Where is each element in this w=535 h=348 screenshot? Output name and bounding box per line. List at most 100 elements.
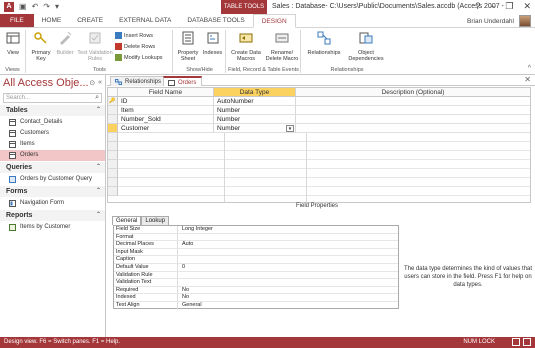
nav-item-orders[interactable]: Orders (0, 150, 105, 161)
row-selector[interactable] (108, 169, 118, 178)
description-cell[interactable] (296, 97, 530, 106)
tab-lookup[interactable]: Lookup (141, 216, 170, 225)
close-icon[interactable]: ✕ (523, 1, 531, 12)
relationships-icon (115, 79, 122, 85)
tab-file[interactable]: FILE (0, 14, 34, 27)
row-selector[interactable] (108, 178, 118, 187)
data-type-cell[interactable]: AutoNumber (214, 97, 296, 106)
doc-tab-relationships[interactable]: Relationships (110, 76, 168, 86)
property-row-input-mask[interactable]: Input Mask (114, 248, 398, 257)
modify-lookups-button[interactable]: Modify Lookups (115, 54, 163, 61)
datasheet-view-icon[interactable] (512, 338, 520, 346)
field-name-cell[interactable]: Number_Sold (118, 115, 214, 124)
description-cell[interactable] (296, 115, 530, 124)
minimize-icon[interactable]: – (490, 1, 495, 12)
search-icon[interactable]: ⌕ (95, 94, 99, 102)
view-button[interactable]: View (3, 31, 23, 56)
nav-section-forms[interactable]: Forms ⌃ (0, 186, 105, 197)
create-data-macros-button[interactable]: Create Data Macros (229, 31, 263, 63)
relationships-button[interactable]: Relationships (304, 31, 344, 56)
row-selector[interactable] (108, 187, 118, 196)
nav-section-tables[interactable]: Tables ⌃ (0, 105, 105, 116)
delete-rows-button[interactable]: Delete Rows (115, 43, 155, 50)
property-value[interactable]: Auto (182, 241, 193, 249)
row-selector[interactable] (108, 142, 118, 151)
redo-icon[interactable]: ↷ (43, 2, 50, 12)
insert-rows-button[interactable]: Insert Rows (115, 32, 153, 39)
save-icon[interactable]: ▣ (19, 2, 27, 12)
property-value[interactable]: No (182, 294, 189, 302)
row-selector[interactable] (108, 151, 118, 160)
property-value[interactable]: Long Integer (182, 226, 213, 234)
nav-pane-title[interactable]: All Access Obje... (3, 77, 89, 89)
shutter-bar-icon[interactable]: « (98, 79, 102, 87)
property-row-validation-text[interactable]: Validation Text (114, 279, 398, 287)
property-row-decimal-places[interactable]: Decimal Places Auto (114, 241, 398, 249)
field-name-cell[interactable]: ID (118, 97, 214, 106)
empty-grid-rows[interactable] (118, 133, 530, 202)
design-view-icon[interactable] (523, 338, 531, 346)
data-type-cell[interactable]: Number (214, 115, 296, 124)
doc-tab-orders[interactable]: Orders (163, 76, 203, 86)
property-row-text-align[interactable]: Text Align General (114, 302, 398, 310)
tab-design[interactable]: DESIGN (252, 14, 296, 28)
property-sheet-button[interactable]: Property Sheet (176, 31, 200, 63)
property-row-indexed[interactable]: Indexed No (114, 294, 398, 302)
field-name-cell[interactable]: Customer (118, 124, 214, 133)
row-selector[interactable] (108, 106, 118, 115)
property-row-default-value[interactable]: Default Value 0 (114, 264, 398, 272)
row-selector[interactable] (108, 115, 118, 124)
nav-item-navigation-form[interactable]: Navigation Form (0, 198, 105, 209)
data-type-dropdown[interactable]: Number ▾ (214, 124, 296, 133)
rename-delete-macro-button[interactable]: Rename/ Delete Macro (264, 31, 300, 63)
table-icon (9, 119, 16, 126)
tab-home[interactable]: HOME (34, 14, 70, 27)
field-name-cell[interactable]: Item (118, 106, 214, 115)
undo-icon[interactable]: ↶ (32, 2, 39, 12)
tab-database-tools[interactable]: DATABASE TOOLS (179, 14, 252, 27)
tab-create[interactable]: CREATE (69, 14, 111, 27)
property-row-format[interactable]: Format (114, 233, 398, 242)
property-value[interactable]: No (182, 287, 189, 295)
property-row-validation-rule[interactable]: Validation Rule (114, 271, 398, 280)
description-cell[interactable] (296, 106, 530, 115)
data-type-cell[interactable]: Number (214, 106, 296, 115)
builder-button[interactable]: Builder (54, 31, 76, 56)
collapse-ribbon-icon[interactable]: ^ (528, 65, 531, 72)
property-value[interactable]: General (182, 302, 202, 310)
primary-key-button[interactable]: Primary Key (29, 31, 53, 63)
test-validation-rules-button[interactable]: Test Validation Rules (77, 31, 113, 63)
description-cell[interactable] (296, 124, 530, 133)
restore-icon[interactable]: ❐ (505, 1, 513, 12)
dropdown-arrow-icon[interactable]: ▾ (286, 125, 294, 132)
nav-item-items[interactable]: Items (0, 139, 105, 150)
tab-general[interactable]: General (112, 216, 142, 225)
help-icon[interactable]: ? (475, 1, 480, 12)
property-value[interactable]: 0 (182, 264, 185, 272)
nav-menu-chevron-icon[interactable]: ⊙ (89, 79, 95, 87)
row-selector[interactable] (108, 97, 118, 106)
nav-search-box[interactable]: Search... ⌕ (3, 93, 102, 103)
nav-item-orders-by-customer-query[interactable]: Orders by Customer Query (0, 174, 105, 185)
property-row-required[interactable]: Required No (114, 286, 398, 295)
access-app-icon[interactable]: A (4, 2, 14, 12)
current-row-selector[interactable] (108, 124, 118, 133)
user-account[interactable]: Brian Underdahl (467, 14, 531, 28)
nav-section-queries[interactable]: Queries ⌃ (0, 162, 105, 173)
customize-qat-icon[interactable]: ▾ (55, 2, 59, 12)
tab-external-data[interactable]: EXTERNAL DATA (111, 14, 179, 27)
close-document-icon[interactable]: ✕ (524, 75, 531, 84)
nav-item-contact-details[interactable]: Contact_Details (0, 117, 105, 128)
object-dependencies-button[interactable]: Object Dependencies (346, 31, 386, 63)
nav-item-items-by-customer[interactable]: Items by Customer (0, 222, 105, 233)
data-macro-icon (239, 33, 253, 43)
indexes-button[interactable]: Indexes (201, 31, 224, 56)
row-selector[interactable] (108, 160, 118, 169)
nav-search-input[interactable]: Search... (6, 95, 30, 101)
property-label: Decimal Places (116, 241, 178, 248)
nav-item-customers[interactable]: Customers (0, 128, 105, 139)
row-selector[interactable] (108, 133, 118, 142)
property-row-caption[interactable]: Caption (114, 256, 398, 264)
nav-section-reports[interactable]: Reports ⌃ (0, 210, 105, 221)
property-row-field-size[interactable]: Field Size Long Integer (114, 226, 398, 234)
